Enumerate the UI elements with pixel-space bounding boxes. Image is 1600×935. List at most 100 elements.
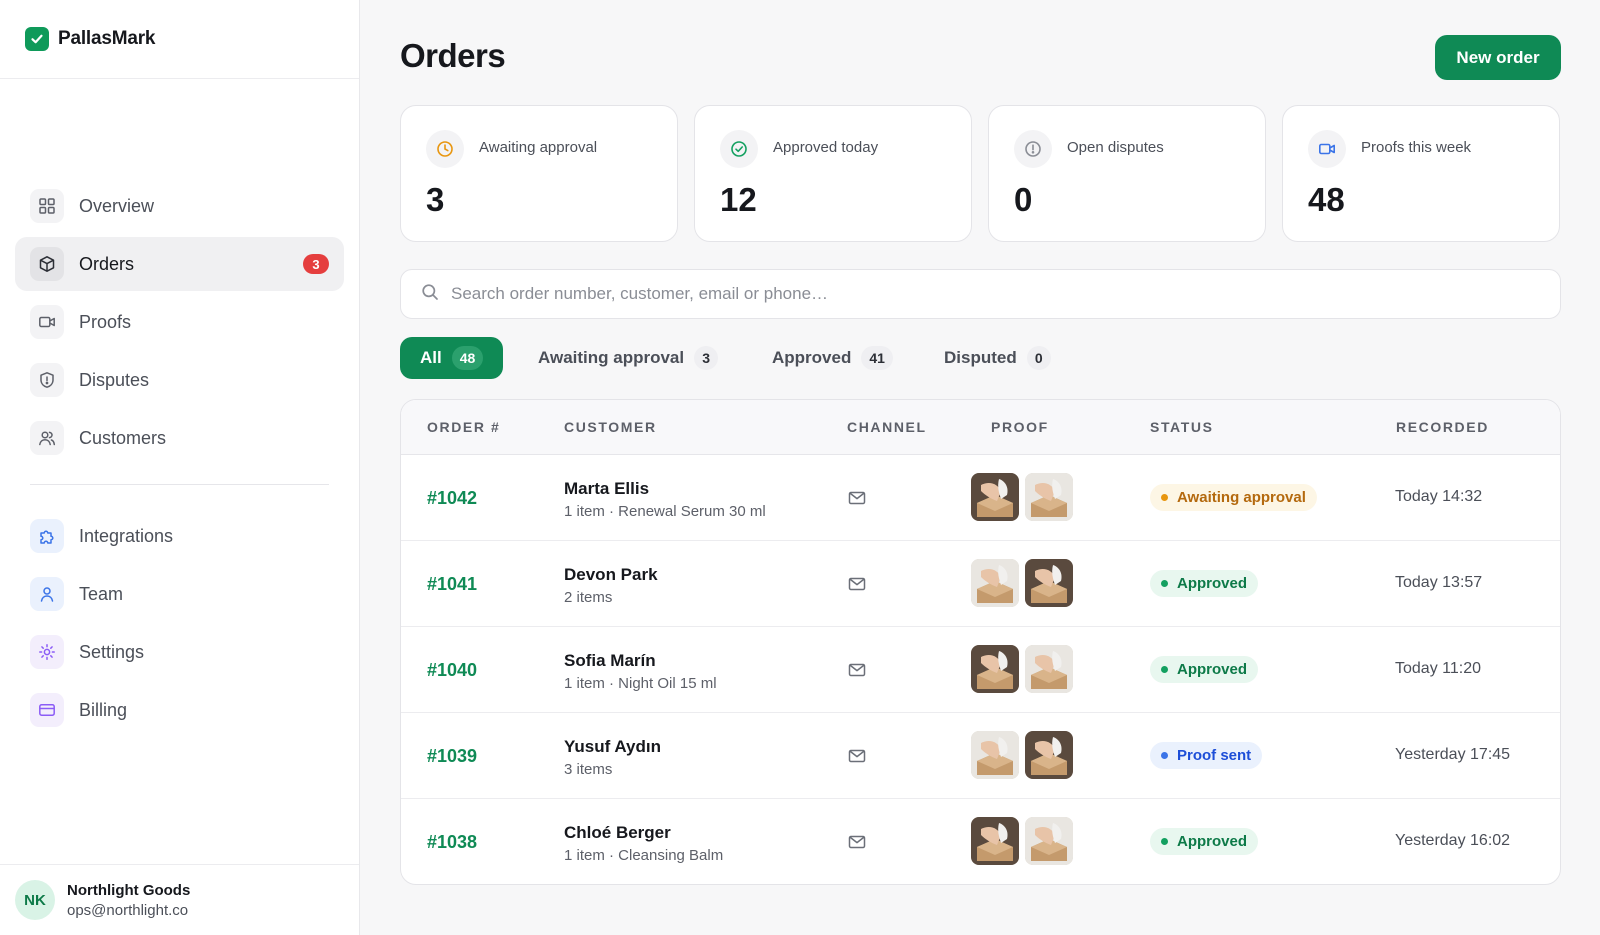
sidebar-item-orders[interactable]: Orders 3	[15, 237, 344, 291]
recorded-time: Today 14:32	[1395, 488, 1483, 505]
proof-thumbnail[interactable]	[1025, 731, 1073, 779]
account-switcher[interactable]: NK Northlight Goods ops@northlight.co	[0, 864, 359, 935]
sidebar-item-proofs[interactable]: Proofs	[15, 295, 344, 349]
sidebar-item-label: Disputes	[79, 369, 150, 390]
table-row[interactable]: #1040 Sofia Marín 1 item · Night Oil 15 ml…	[401, 627, 1560, 713]
clock-icon	[426, 130, 464, 168]
order-number-link[interactable]: #1040	[427, 660, 477, 681]
mail-icon	[847, 746, 867, 771]
order-number-link[interactable]: #1038	[427, 832, 477, 853]
user-icon	[30, 577, 64, 611]
tab-label: Approved	[772, 348, 852, 367]
proof-thumbnail[interactable]	[971, 817, 1019, 865]
customer-name: Chloé Berger	[564, 823, 671, 842]
table-row[interactable]: #1042 Marta Ellis 1 item · Renewal Serum 3…	[401, 455, 1560, 541]
tab-disputed[interactable]: Disputed 0	[924, 337, 1071, 379]
tab-label: Disputed	[944, 348, 1017, 367]
check-circle-icon	[720, 130, 758, 168]
sidebar-item-label: Orders	[79, 253, 135, 274]
proof-thumbnail[interactable]	[1025, 559, 1073, 607]
column-header-customer[interactable]: CUSTOMER	[564, 419, 657, 435]
sidebar: PallasMark Overview Orders 3 Proofs Disp…	[0, 0, 360, 935]
mail-icon	[847, 574, 867, 599]
brand[interactable]: PallasMark	[0, 0, 359, 79]
customer-name: Devon Park	[564, 565, 658, 584]
sidebar-item-label: Customers	[79, 427, 167, 448]
tab-count: 41	[861, 346, 893, 370]
sidebar-item-overview[interactable]: Overview	[15, 179, 344, 233]
tab-label: All	[420, 348, 442, 367]
stat-value: 12	[720, 181, 757, 218]
tab-approved[interactable]: Approved 41	[752, 337, 913, 379]
order-number-link[interactable]: #1041	[427, 574, 477, 595]
mail-icon	[847, 832, 867, 857]
status-badge: Approved	[1150, 656, 1259, 683]
order-number-link[interactable]: #1042	[427, 488, 477, 509]
sidebar-item-customers[interactable]: Customers	[15, 411, 344, 465]
table-row[interactable]: #1038 Chloé Berger 1 item · Cleansing Balm…	[401, 799, 1560, 884]
stat-label: Open disputes	[1067, 139, 1164, 156]
order-detail: 1 item · Night Oil 15 ml	[564, 675, 717, 692]
sidebar-item-settings[interactable]: Settings	[15, 625, 344, 679]
tab-all[interactable]: All 48	[400, 337, 504, 379]
puzzle-icon	[30, 519, 64, 553]
customer-name: Yusuf Aydın	[564, 737, 661, 756]
proof-thumbnail[interactable]	[1025, 645, 1073, 693]
stat-value: 48	[1308, 181, 1345, 218]
new-order-button[interactable]: New order	[1435, 35, 1561, 80]
stat-label: Awaiting approval	[479, 139, 598, 156]
orders-count-badge: 3	[303, 254, 329, 274]
proof-thumbnail[interactable]	[971, 559, 1019, 607]
recorded-time: Yesterday 17:45	[1395, 746, 1511, 763]
stat-label: Proofs this week	[1361, 139, 1472, 156]
status-dot	[1161, 666, 1168, 673]
stat-card-awaiting-approval[interactable]: Awaiting approval 3	[400, 105, 678, 242]
order-number-link[interactable]: #1039	[427, 746, 477, 767]
proof-thumbnail[interactable]	[971, 473, 1019, 521]
tab-count: 0	[1026, 346, 1051, 370]
proof-thumbnail[interactable]	[971, 731, 1019, 779]
recorded-time: Today 11:20	[1395, 660, 1481, 677]
table-header: ORDER # CUSTOMER CHANNEL PROOF STATUS RE…	[401, 400, 1560, 455]
proof-thumbnail[interactable]	[1025, 473, 1073, 521]
sidebar-item-label: Team	[79, 583, 124, 604]
account-name: Northlight Goods	[67, 881, 191, 899]
grid-icon	[30, 189, 64, 223]
column-header-proof[interactable]: PROOF	[991, 419, 1049, 435]
sidebar-item-label: Settings	[79, 641, 145, 662]
status-badge: Approved	[1150, 570, 1259, 597]
proof-thumbnail[interactable]	[1025, 817, 1073, 865]
table-row[interactable]: #1039 Yusuf Aydın 3 items Proof sent Yesterd…	[401, 713, 1560, 799]
stat-card-proofs-this-week[interactable]: Proofs this week 48	[1282, 105, 1560, 242]
mail-icon	[847, 660, 867, 685]
search-input[interactable]	[451, 284, 1531, 304]
stat-card-approved-today[interactable]: Approved today 12	[694, 105, 972, 242]
column-header-channel[interactable]: CHANNEL	[847, 419, 927, 435]
recorded-time: Yesterday 16:02	[1395, 832, 1511, 849]
proof-thumbnail[interactable]	[971, 645, 1019, 693]
avatar: NK	[15, 880, 55, 920]
table-row[interactable]: #1041 Devon Park 2 items Approved Today 13:5…	[401, 541, 1560, 627]
credit-card-icon	[30, 693, 64, 727]
customer-name: Sofia Marín	[564, 651, 656, 670]
search-bar[interactable]	[400, 269, 1561, 319]
stat-value: 3	[426, 181, 445, 218]
box-icon	[30, 247, 64, 281]
sidebar-item-team[interactable]: Team	[15, 567, 344, 621]
sidebar-item-disputes[interactable]: Disputes	[15, 353, 344, 407]
sidebar-item-billing[interactable]: Billing	[15, 683, 344, 737]
mail-icon	[847, 488, 867, 513]
tab-count: 48	[451, 346, 484, 370]
status-dot	[1161, 838, 1168, 845]
sidebar-item-integrations[interactable]: Integrations	[15, 509, 344, 563]
stat-card-open-disputes[interactable]: Open disputes 0	[988, 105, 1266, 242]
orders-table: ORDER # CUSTOMER CHANNEL PROOF STATUS RE…	[400, 399, 1561, 885]
order-detail: 1 item · Renewal Serum 30 ml	[564, 503, 766, 520]
column-header-order[interactable]: ORDER #	[427, 419, 500, 435]
sidebar-item-label: Proofs	[79, 311, 132, 332]
column-header-recorded[interactable]: RECORDED	[1396, 419, 1489, 435]
column-header-status[interactable]: STATUS	[1150, 419, 1214, 435]
gear-icon	[30, 635, 64, 669]
search-icon	[421, 283, 439, 306]
tab-awaiting-approval[interactable]: Awaiting approval 3	[518, 337, 738, 379]
